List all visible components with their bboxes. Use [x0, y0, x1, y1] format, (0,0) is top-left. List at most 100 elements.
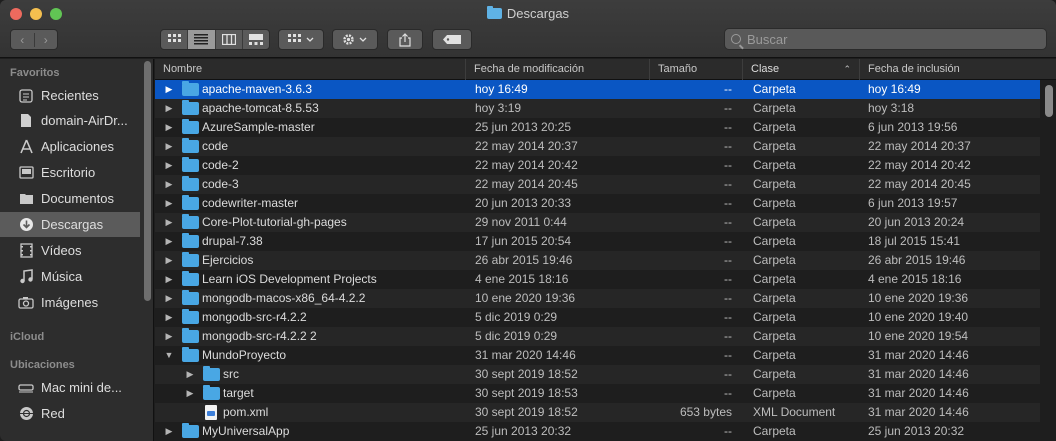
folder-row[interactable]: ▶ Ejercicios 26 abr 2015 19:46 -- Carpeta 26 …: [155, 251, 1040, 270]
disclosure-expanded-icon[interactable]: ▼: [164, 346, 174, 365]
folder-icon: [203, 366, 220, 381]
column-header-name[interactable]: Nombre: [155, 59, 466, 80]
grid-icon: [167, 34, 181, 42]
file-size: --: [724, 424, 732, 438]
folder-row[interactable]: ▶ target 30 sept 2019 18:53 -- Carpeta 31 mar…: [155, 384, 1040, 403]
folder-icon: [182, 195, 199, 210]
disclosure-collapsed-icon[interactable]: ▶: [164, 137, 174, 156]
file-size: --: [724, 348, 732, 362]
folder-row[interactable]: ▶ codewriter-master 20 jun 2013 20:33 -- Car…: [155, 194, 1040, 213]
disclosure-collapsed-icon[interactable]: ▶: [164, 251, 174, 270]
folder-row[interactable]: ▼ MundoProyecto 31 mar 2020 14:46 -- Carpeta…: [155, 346, 1040, 365]
group-button[interactable]: [278, 29, 324, 50]
folder-row[interactable]: ▶ mongodb-src-r4.2.2 2 5 dic 2019 0:29 -- Ca…: [155, 327, 1040, 346]
disclosure-collapsed-icon[interactable]: ▶: [164, 118, 174, 137]
sidebar-item-videos[interactable]: Vídeos: [0, 238, 140, 263]
sidebar-item-imagenes[interactable]: Imágenes: [0, 290, 140, 315]
column-header-size[interactable]: Tamaño: [650, 59, 743, 80]
folder-row[interactable]: ▶ code-2 22 may 2014 20:42 -- Carpeta 22 may …: [155, 156, 1040, 175]
forward-button[interactable]: ›: [33, 32, 58, 47]
file-row[interactable]: pom.xml 30 sept 2019 18:52 653 bytes XML Do…: [155, 403, 1040, 422]
disclosure-collapsed-icon[interactable]: ▶: [164, 289, 174, 308]
sidebar-item-label: Red: [41, 406, 65, 421]
column-header-added[interactable]: Fecha de inclusión: [860, 59, 1056, 80]
disclosure-collapsed-icon[interactable]: ▶: [164, 194, 174, 213]
file-name: mongodb-macos-x86_64-4.2.2: [202, 291, 366, 305]
disclosure-collapsed-icon[interactable]: ▶: [164, 308, 174, 327]
folder-row[interactable]: ▶ src 30 sept 2019 18:52 -- Carpeta 31 mar 20…: [155, 365, 1040, 384]
date-added: 6 jun 2013 19:57: [868, 196, 958, 210]
folder-icon: [182, 214, 199, 229]
sidebar-item-aplicaciones[interactable]: Aplicaciones: [0, 134, 140, 159]
locations-heading: Ubicaciones: [10, 359, 75, 371]
icon-view-button[interactable]: [161, 30, 187, 49]
date-added: 10 ene 2020 19:40: [868, 310, 969, 324]
file-kind: Carpeta: [753, 329, 796, 343]
modified-date: 17 jun 2015 20:54: [475, 234, 572, 248]
folder-row[interactable]: ▶ code-3 22 may 2014 20:45 -- Carpeta 22 may …: [155, 175, 1040, 194]
disclosure-collapsed-icon[interactable]: ▶: [185, 384, 195, 403]
name-cell: ▶ Core-Plot-tutorial-gh-pages: [155, 213, 465, 232]
sidebar-item-label: Imágenes: [41, 295, 99, 310]
sidebar-item-descargas[interactable]: Descargas: [0, 212, 140, 237]
tags-button[interactable]: [432, 29, 472, 50]
sidebar-item-domain-airdrop[interactable]: domain-AirDr...: [0, 108, 140, 133]
file-list-scrollbar[interactable]: [1045, 85, 1053, 117]
folder-row[interactable]: ▶ mongodb-src-r4.2.2 5 dic 2019 0:29 -- Carp…: [155, 308, 1040, 327]
modified-date: 29 nov 2011 0:44: [475, 215, 567, 229]
folder-icon: [203, 385, 220, 400]
gallery-view-button[interactable]: [241, 30, 269, 49]
folder-row[interactable]: ▶ apache-tomcat-8.5.53 hoy 3:19 -- Carpeta ho…: [155, 99, 1040, 118]
folder-icon: [182, 100, 199, 115]
column-header-modified[interactable]: Fecha de modificación: [466, 59, 650, 80]
file-name: target: [223, 386, 254, 400]
folder-row[interactable]: ▶ MyUniversalApp 25 jun 2013 20:32 -- Carpet…: [155, 422, 1040, 441]
file-name: apache-tomcat-8.5.53: [202, 101, 319, 115]
folder-row[interactable]: ▶ code 22 may 2014 20:37 -- Carpeta 22 may 20…: [155, 137, 1040, 156]
date-added: 22 may 2014 20:37: [868, 139, 971, 153]
folder-row[interactable]: ▶ apache-maven-3.6.3 hoy 16:49 -- Carpeta hoy…: [155, 80, 1040, 99]
file-kind: Carpeta: [753, 291, 796, 305]
column-header-kind[interactable]: Clase ⌃: [743, 59, 860, 80]
file-size: --: [724, 272, 732, 286]
folder-icon: [182, 81, 199, 96]
disclosure-collapsed-icon[interactable]: ▶: [164, 156, 174, 175]
disclosure-collapsed-icon[interactable]: ▶: [164, 422, 174, 441]
file-name: src: [223, 367, 239, 381]
disclosure-collapsed-icon[interactable]: ▶: [164, 80, 174, 99]
modified-date: 10 ene 2020 19:36: [475, 291, 576, 305]
disclosure-collapsed-icon[interactable]: ▶: [185, 365, 195, 384]
disclosure-collapsed-icon[interactable]: ▶: [164, 232, 174, 251]
disclosure-collapsed-icon[interactable]: ▶: [164, 327, 174, 346]
sidebar-item-mac-mini[interactable]: Mac mini de...: [0, 375, 140, 400]
folder-row[interactable]: ▶ drupal-7.38 17 jun 2015 20:54 -- Carpeta 18…: [155, 232, 1040, 251]
disclosure-collapsed-icon[interactable]: ▶: [164, 99, 174, 118]
folder-row[interactable]: ▶ AzureSample-master 25 jun 2013 20:25 -- Ca…: [155, 118, 1040, 137]
sidebar-scrollbar[interactable]: [144, 61, 151, 301]
folder-row[interactable]: ▶ mongodb-macos-x86_64-4.2.2 10 ene 2020 1…: [155, 289, 1040, 308]
modified-date: hoy 3:19: [475, 101, 522, 115]
share-button[interactable]: [387, 29, 423, 50]
sidebar-item-red[interactable]: Red: [0, 401, 140, 426]
sidebar-item-recientes[interactable]: Recientes: [0, 83, 140, 108]
back-button[interactable]: ‹: [11, 33, 34, 47]
folder-row[interactable]: ▶ Core-Plot-tutorial-gh-pages 29 nov 2011 …: [155, 213, 1040, 232]
disclosure-collapsed-icon[interactable]: ▶: [164, 270, 174, 289]
list-view-button[interactable]: [187, 30, 215, 49]
disclosure-collapsed-icon[interactable]: ▶: [164, 213, 174, 232]
file-name: codewriter-master: [202, 196, 299, 210]
folder-row[interactable]: ▶ Learn iOS Development Projects 4 ene 201…: [155, 270, 1040, 289]
search-field[interactable]: Buscar: [724, 28, 1047, 50]
date-added: 31 mar 2020 14:46: [868, 367, 969, 381]
modified-date: 30 sept 2019 18:53: [475, 386, 578, 400]
disclosure-collapsed-icon[interactable]: ▶: [164, 175, 174, 194]
file-name: apache-maven-3.6.3: [202, 82, 313, 96]
sidebar-item-escritorio[interactable]: Escritorio: [0, 160, 140, 185]
sidebar-item-musica[interactable]: Música: [0, 264, 140, 289]
action-button[interactable]: [332, 29, 378, 50]
sidebar-item-documentos[interactable]: Documentos: [0, 186, 140, 211]
favorites-heading: Favoritos: [10, 67, 60, 79]
movies-icon: [18, 243, 34, 259]
column-view-button[interactable]: [214, 30, 242, 49]
sort-ascending-icon: ⌃: [843, 64, 851, 74]
